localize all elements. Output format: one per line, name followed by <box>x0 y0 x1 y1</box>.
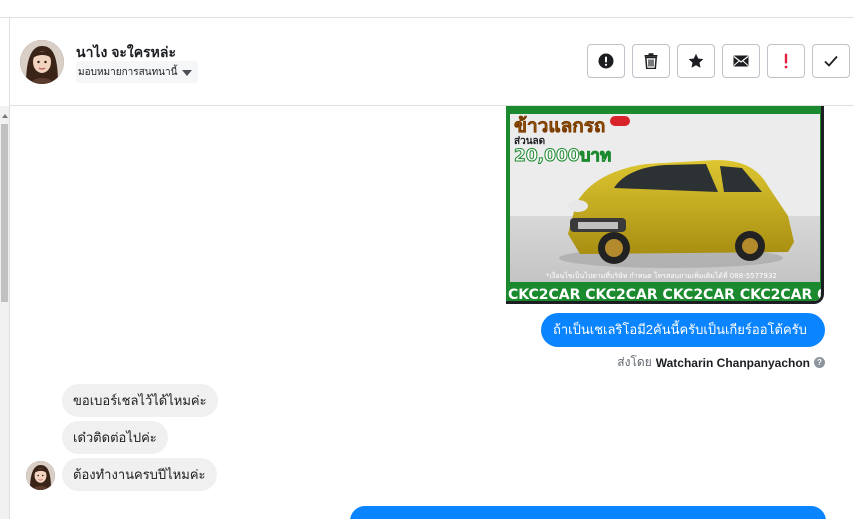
exclamation-icon <box>784 53 788 69</box>
help-icon[interactable]: ? <box>814 357 825 368</box>
assign-conversation-dropdown[interactable]: มอบหมายการสนทนานี้ <box>76 61 199 83</box>
exclamation-circle-icon <box>598 53 614 69</box>
spam-button[interactable] <box>587 44 625 78</box>
trash-icon <box>644 53 658 69</box>
car-ad-image[interactable]: ข้าวแลกรถ ส่วนลด 20,000บาท *เงื่อนไขเป็น… <box>506 106 824 304</box>
incoming-message[interactable]: ขอเบอร์เชลไว้ได้ไหมค่ะ <box>62 384 218 417</box>
message-text: ถ้าเป็นเชเลริโอมี2คันนี้ครับเป็นเกียร์ออ… <box>553 322 807 337</box>
conversation-header: นาไง จะใครหล่ะ มอบหมายการสนทนานี้ <box>10 18 854 106</box>
ad-caption: *เงื่อนไขเป็นไปตามที่บริษัท กำหนด โทรสอบ… <box>546 271 777 280</box>
check-icon <box>824 55 838 67</box>
ad-banner: CKC2CAR CKC2CAR CKC2CAR CKC2CAR CKC2CAR … <box>508 287 824 303</box>
envelope-icon <box>733 55 749 67</box>
caret-down-icon <box>182 69 193 76</box>
contact-avatar[interactable] <box>20 40 64 84</box>
ad-headline: ข้าวแลกรถ <box>514 115 605 137</box>
incoming-message[interactable]: เด๋วติดต่อไปค่ะ <box>62 421 168 454</box>
conversation-actions <box>587 44 850 78</box>
sent-by-line: ส่งโดย Watcharin Chanpanyachon ? <box>617 353 825 372</box>
message-text: เด๋วติดต่อไปค่ะ <box>73 429 157 445</box>
sender-avatar[interactable] <box>26 461 55 490</box>
star-button[interactable] <box>677 44 715 78</box>
sent-by-label: ส่งโดย <box>617 355 652 369</box>
outgoing-message[interactable]: ถ้าเป็นเชเลริโอมี2คันนี้ครับเป็นเกียร์ออ… <box>541 313 825 347</box>
follow-up-button[interactable] <box>767 44 805 78</box>
message-text: ขอเบอร์เชลไว้ได้ไหมค่ะ <box>73 392 207 408</box>
scroll-thumb[interactable] <box>1 124 8 302</box>
message-scrollbar[interactable] <box>0 106 9 519</box>
top-bar <box>0 0 854 18</box>
mark-done-button[interactable] <box>812 44 850 78</box>
sender-name[interactable]: Watcharin Chanpanyachon <box>656 356 810 370</box>
assign-label: มอบหมายการสนทนานี้ <box>78 66 178 78</box>
outgoing-message-partial[interactable] <box>350 506 826 519</box>
scroll-up-arrow-icon[interactable] <box>2 114 8 118</box>
star-icon <box>688 53 704 68</box>
incoming-message[interactable]: ต้องทำงานครบปีไหมค่ะ <box>62 458 217 491</box>
delete-button[interactable] <box>632 44 670 78</box>
ad-discount-amount: 20,000บาท <box>514 146 611 166</box>
message-text: ต้องทำงานครบปีไหมค่ะ <box>73 466 206 482</box>
mark-unread-button[interactable] <box>722 44 760 78</box>
